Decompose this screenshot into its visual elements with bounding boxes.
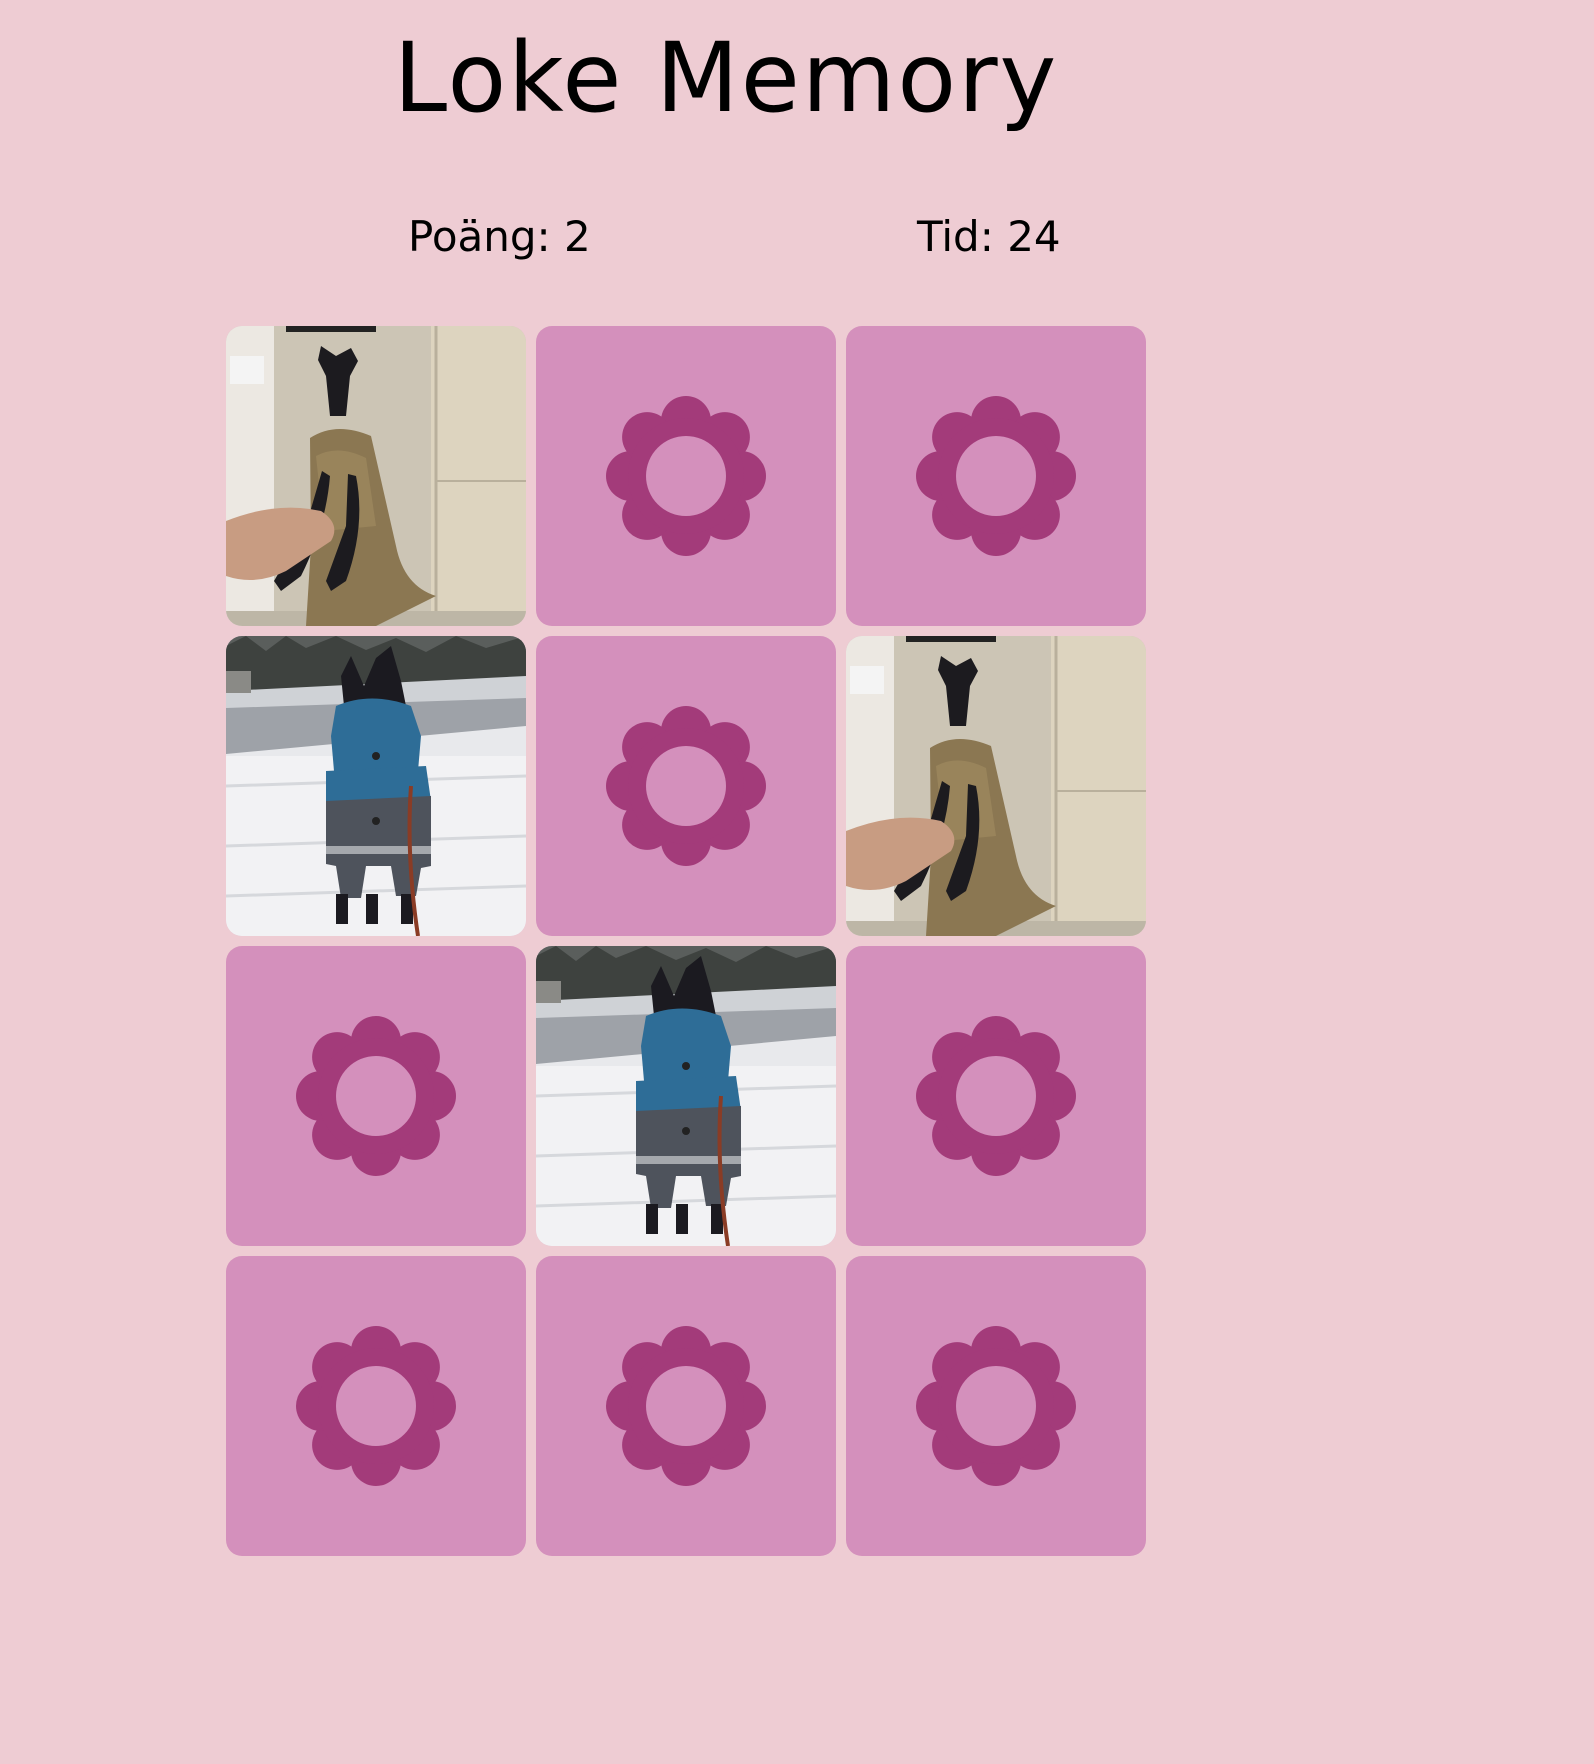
card-face-down[interactable] [536,1256,836,1556]
card-face-up[interactable] [226,326,526,626]
card-face-down[interactable] [846,1256,1146,1556]
flower-icon [606,396,766,556]
score-display: Poäng: 2 [408,212,591,261]
card-face-down[interactable] [226,1256,526,1556]
card-face-up[interactable] [846,636,1146,936]
flower-icon [916,1016,1076,1176]
card-face-up[interactable] [536,946,836,1246]
memory-board [226,326,1146,1556]
dog-in-blue-jacket-snow-image [226,636,526,936]
flower-icon [296,1016,456,1176]
flower-icon [916,396,1076,556]
card-face-down[interactable] [226,946,526,1246]
card-face-down[interactable] [846,326,1146,626]
page-title: Loke Memory [393,22,1059,134]
dog-in-burlap-sack-image [846,636,1146,936]
flower-icon [916,1326,1076,1486]
timer-display: Tid: 24 [917,212,1061,261]
card-face-down[interactable] [536,636,836,936]
flower-icon [296,1326,456,1486]
card-face-down[interactable] [536,326,836,626]
dog-in-blue-jacket-snow-image [536,946,836,1246]
flower-icon [606,706,766,866]
card-face-up[interactable] [226,636,526,936]
flower-icon [606,1326,766,1486]
dog-in-burlap-sack-image [226,326,526,626]
card-face-down[interactable] [846,946,1146,1246]
